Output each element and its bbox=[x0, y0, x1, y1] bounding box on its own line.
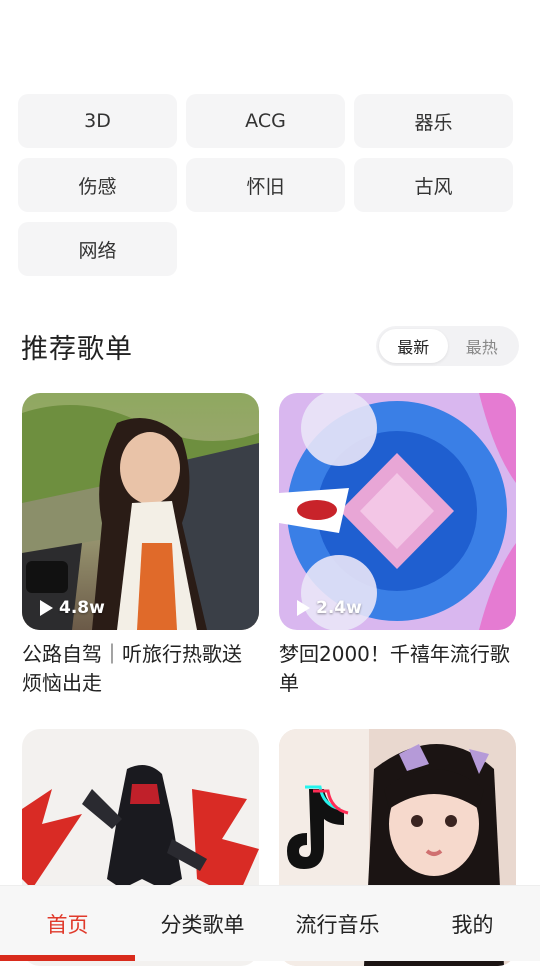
tag-sad[interactable]: 伤感 bbox=[18, 158, 177, 212]
cover-image-road-trip bbox=[22, 393, 259, 630]
playlist-card[interactable]: 2.4w 梦回2000！千禧年流行歌单 bbox=[279, 393, 516, 698]
tab-category-playlists-label: 分类歌单 bbox=[160, 912, 245, 937]
sort-toggle: 最新 最热 bbox=[376, 326, 519, 366]
play-count-value: 4.8w bbox=[59, 598, 105, 618]
playlist-card[interactable]: 4.8w 公路自驾｜听旅行热歌送烦恼出走 bbox=[22, 393, 259, 698]
playlist-title[interactable]: 梦回2000！千禧年流行歌单 bbox=[279, 640, 516, 698]
tag-3d[interactable]: 3D bbox=[18, 94, 177, 148]
active-tab-indicator bbox=[0, 955, 135, 961]
play-count: 2.4w bbox=[297, 598, 362, 618]
tag-ancient-style[interactable]: 古风 bbox=[354, 158, 513, 212]
recommended-playlists-header: 推荐歌单 最新 最热 bbox=[21, 326, 519, 366]
tab-pop-music[interactable]: 流行音乐 bbox=[270, 886, 405, 961]
tab-mine[interactable]: 我的 bbox=[405, 886, 540, 961]
tag-acg[interactable]: ACG bbox=[186, 94, 345, 148]
tab-pop-music-label: 流行音乐 bbox=[295, 912, 380, 937]
sort-hottest-button[interactable]: 最热 bbox=[448, 329, 517, 363]
category-tag-grid: 3D ACG 器乐 伤感 怀旧 古风 网络 bbox=[18, 94, 513, 276]
play-icon bbox=[40, 600, 53, 616]
play-count: 4.8w bbox=[40, 598, 105, 618]
sort-newest-button[interactable]: 最新 bbox=[379, 329, 448, 363]
bottom-tab-bar: 首页 分类歌单 流行音乐 我的 bbox=[0, 885, 540, 961]
tag-instrumental[interactable]: 器乐 bbox=[354, 94, 513, 148]
tag-nostalgic[interactable]: 怀旧 bbox=[186, 158, 345, 212]
tab-home[interactable]: 首页 bbox=[0, 886, 135, 961]
tab-category-playlists[interactable]: 分类歌单 bbox=[135, 886, 270, 961]
play-count-value: 2.4w bbox=[316, 598, 362, 618]
tag-internet[interactable]: 网络 bbox=[18, 222, 177, 276]
playlist-cover[interactable]: 4.8w bbox=[22, 393, 259, 630]
tab-home-label: 首页 bbox=[46, 912, 89, 937]
tab-mine-label: 我的 bbox=[451, 912, 494, 937]
playlist-title[interactable]: 公路自驾｜听旅行热歌送烦恼出走 bbox=[22, 640, 259, 698]
play-icon bbox=[297, 600, 310, 616]
cover-image-y2k bbox=[279, 393, 516, 630]
playlist-cover[interactable]: 2.4w bbox=[279, 393, 516, 630]
section-title: 推荐歌单 bbox=[21, 333, 133, 365]
